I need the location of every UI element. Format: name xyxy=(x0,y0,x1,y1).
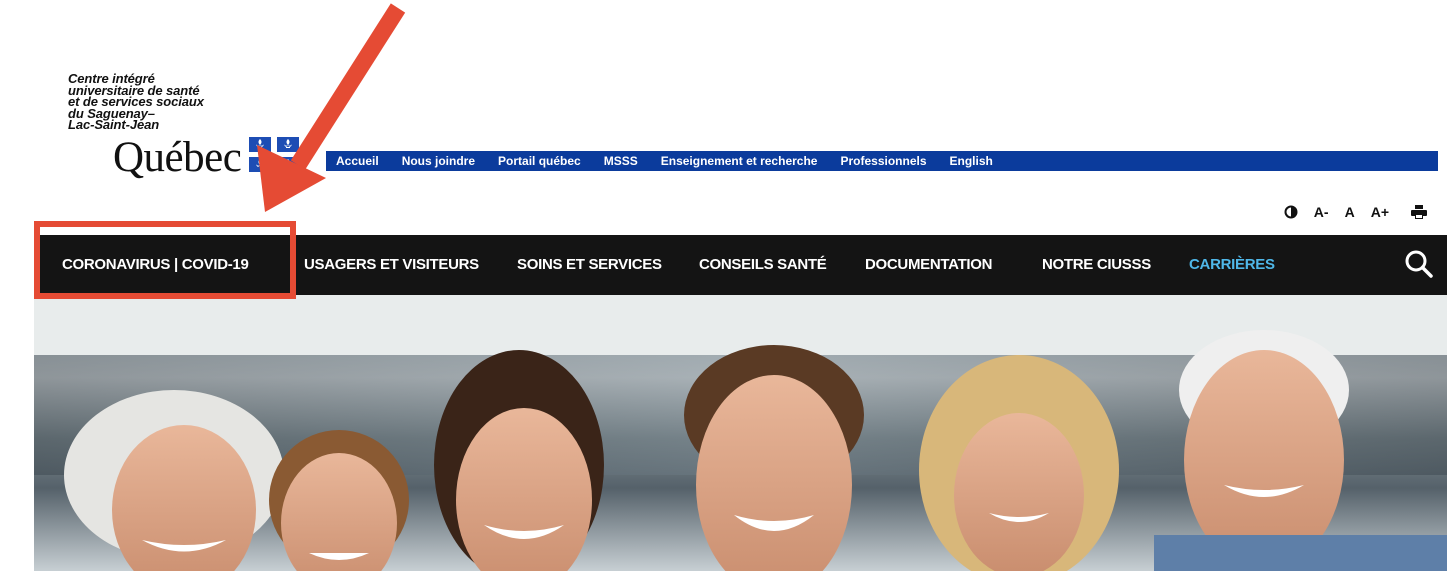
org-name-line: Lac-Saint-Jean xyxy=(68,117,160,132)
print-icon xyxy=(1411,205,1427,219)
family-photo xyxy=(34,295,1447,571)
nav-item-carrieres[interactable]: CARRIÈRES xyxy=(1189,256,1275,273)
organization-name[interactable]: Centre intégré universitaire de santé et… xyxy=(68,72,268,132)
font-smaller-button[interactable]: A- xyxy=(1314,204,1329,220)
quebec-flag-icon[interactable] xyxy=(249,137,299,172)
nav-item-documentation[interactable]: DOCUMENTATION xyxy=(865,256,993,273)
font-larger-button[interactable]: A+ xyxy=(1371,204,1389,220)
top-links-bar: Accueil Nous joindre Portail québec MSSS… xyxy=(326,151,1438,171)
contrast-icon xyxy=(1284,205,1298,219)
top-link-accueil[interactable]: Accueil xyxy=(336,154,379,168)
top-link-portail-quebec[interactable]: Portail québec xyxy=(498,154,581,168)
top-link-enseignement-recherche[interactable]: Enseignement et recherche xyxy=(661,154,818,168)
nav-item-coronavirus[interactable]: CORONAVIRUS | COVID-19 xyxy=(62,256,249,273)
hero-banner-image xyxy=(34,295,1447,571)
top-link-professionnels[interactable]: Professionnels xyxy=(840,154,926,168)
print-button[interactable] xyxy=(1411,205,1427,219)
top-link-nous-joindre[interactable]: Nous joindre xyxy=(402,154,475,168)
nav-item-notre-ciusss[interactable]: NOTRE CIUSSS xyxy=(1042,256,1151,273)
accessibility-toolbar: A- A A+ xyxy=(1268,200,1427,224)
contrast-button[interactable] xyxy=(1284,205,1298,219)
nav-item-soins-services[interactable]: SOINS ET SERVICES xyxy=(517,256,662,273)
nav-item-usagers-visiteurs[interactable]: USAGERS ET VISITEURS xyxy=(304,256,479,273)
search-icon[interactable] xyxy=(1403,248,1435,280)
main-navigation: CORONAVIRUS | COVID-19 USAGERS ET VISITE… xyxy=(34,235,1447,295)
font-default-button[interactable]: A xyxy=(1345,204,1355,220)
nav-item-conseils-sante[interactable]: CONSEILS SANTÉ xyxy=(699,256,827,273)
quebec-wordmark[interactable]: Québec xyxy=(113,136,242,179)
top-link-english[interactable]: English xyxy=(950,154,993,168)
top-link-msss[interactable]: MSSS xyxy=(604,154,638,168)
